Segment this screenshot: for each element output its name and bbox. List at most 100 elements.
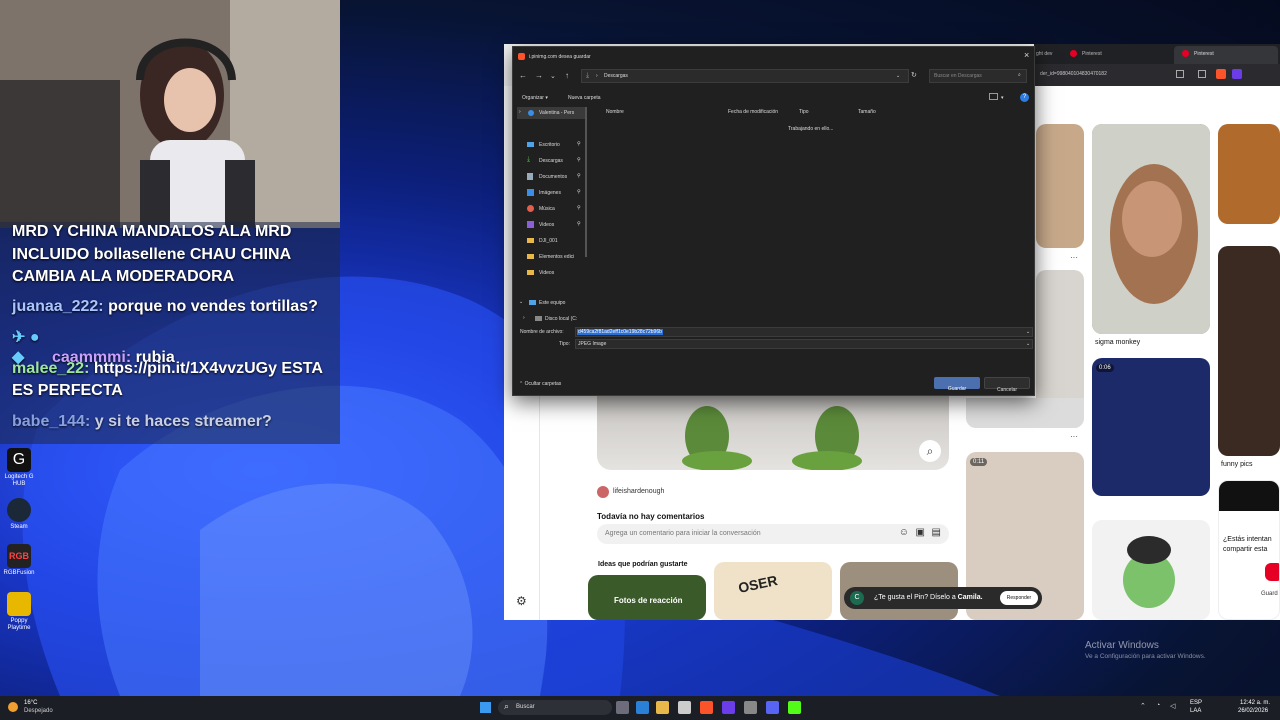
- tree-item-drive[interactable]: › Disco local (C:: [521, 313, 587, 325]
- grid-pin[interactable]: [1092, 124, 1210, 334]
- grid-pin[interactable]: [1092, 520, 1210, 620]
- copilot-icon[interactable]: [636, 701, 649, 714]
- pinterest-icon: [1182, 50, 1189, 57]
- up-icon[interactable]: ↑: [565, 71, 569, 80]
- column-header-type[interactable]: Tipo: [799, 109, 809, 115]
- tree-item-folder[interactable]: DJI_001: [527, 235, 587, 247]
- sticker-icon[interactable]: ▣: [916, 527, 925, 538]
- browser-tab[interactable]: Pinterest: [1082, 51, 1102, 57]
- grid-pin[interactable]: [966, 398, 1084, 428]
- desktop-icon-rgbfusion[interactable]: RGB RGBFusion: [2, 544, 36, 577]
- refresh-icon[interactable]: ↻: [911, 71, 917, 79]
- browser-tab[interactable]: ght dev: [1036, 51, 1052, 57]
- more-icon[interactable]: ···: [1070, 253, 1078, 262]
- close-icon[interactable]: ×: [1024, 50, 1029, 60]
- search-input[interactable]: Buscar en Descargas ⌕: [929, 69, 1027, 83]
- filename-input[interactable]: d459ca2f81ad2eff1c0e19b28c72b96b ⌄: [575, 327, 1033, 337]
- tree-scrollbar[interactable]: [585, 107, 587, 257]
- save-button[interactable]: Guard: [1261, 591, 1278, 597]
- view-icon[interactable]: [989, 93, 998, 100]
- chevron-down-icon[interactable]: ▾: [1001, 95, 1004, 101]
- file-explorer-icon[interactable]: [656, 701, 669, 714]
- help-icon[interactable]: ?: [1020, 93, 1029, 102]
- weather-icon[interactable]: [8, 702, 18, 712]
- grid-pin[interactable]: [1218, 246, 1280, 456]
- obs-icon[interactable]: [744, 701, 757, 714]
- tree-item-documents[interactable]: Documentos ⚲: [527, 171, 587, 183]
- address-bar[interactable]: der_id=998040104830470182: [1040, 71, 1107, 77]
- more-icon[interactable]: ···: [1070, 432, 1078, 441]
- avatar[interactable]: [597, 486, 609, 498]
- chevron-up-icon[interactable]: ⌃: [1140, 702, 1146, 710]
- column-header-size[interactable]: Tamaño: [858, 109, 876, 115]
- visual-search-icon[interactable]: ⌕: [919, 440, 941, 462]
- tree-item-images[interactable]: Imágenes ⚲: [527, 187, 587, 199]
- recent-icon[interactable]: ⌄: [550, 72, 556, 80]
- browser-tab-active[interactable]: Pinterest: [1174, 46, 1278, 64]
- tree-label: Este equipo: [539, 300, 566, 306]
- comment-input[interactable]: Agrega un comentario para iniciar la con…: [597, 524, 949, 544]
- path-bar[interactable]: ⤓ › Descargas ⌄: [581, 69, 909, 83]
- desktop-icon: [527, 142, 534, 147]
- cloud-icon: [528, 110, 534, 116]
- brave-shield-icon[interactable]: [1216, 69, 1226, 79]
- start-icon[interactable]: [480, 702, 491, 713]
- tree-item-folder[interactable]: Elementos edici: [527, 251, 587, 263]
- store-icon[interactable]: [678, 701, 691, 714]
- pin-icon: ⚲: [577, 141, 581, 147]
- tree-item-music[interactable]: Música ⚲: [527, 203, 587, 215]
- save-button[interactable]: Guardar: [934, 377, 980, 392]
- tree-label: Videos: [539, 270, 555, 276]
- clock-time[interactable]: 12:42 a. m.: [1240, 700, 1270, 706]
- type-select[interactable]: JPEG Image ⌄: [575, 339, 1033, 349]
- kick-icon[interactable]: [788, 701, 801, 714]
- chevron-down-icon[interactable]: ⌄: [1026, 329, 1030, 335]
- discord-icon[interactable]: [766, 701, 779, 714]
- related-pin[interactable]: Fotos de reacción: [588, 575, 706, 620]
- chat-line: MRD Y CHINA MANDALOS ALA MRD: [12, 222, 291, 242]
- emoji-icon[interactable]: ☺: [899, 527, 909, 538]
- hide-folders-button[interactable]: ⌃ Ocultar carpetas: [519, 381, 561, 387]
- chevron-down-icon[interactable]: ⌄: [896, 73, 900, 79]
- organize-button[interactable]: Organizar ▾: [522, 95, 548, 101]
- volume-icon[interactable]: ◁: [1170, 702, 1175, 710]
- network-icon[interactable]: ◔: [1156, 702, 1160, 709]
- back-icon[interactable]: ←: [519, 71, 527, 80]
- grid-pin[interactable]: [1218, 124, 1280, 224]
- column-header-date[interactable]: Fecha de modificación: [728, 109, 778, 115]
- cancel-button[interactable]: Cancelar: [984, 377, 1030, 393]
- desktop-icon-logitech[interactable]: G Logitech G HUB: [2, 448, 36, 488]
- tree-item-videos[interactable]: Videos ⚲: [527, 219, 587, 231]
- folder-icon: [527, 238, 534, 243]
- type-label: Tipo:: [559, 341, 570, 347]
- settings-icon[interactable]: ⚙: [516, 594, 527, 608]
- desktop-icon-label: Poppy Playtime: [7, 618, 31, 631]
- image-icon[interactable]: ▤: [932, 527, 941, 538]
- tree-item-desktop[interactable]: Escritorio ⚲: [527, 139, 587, 151]
- new-folder-button[interactable]: Nueva carpeta: [568, 95, 601, 101]
- related-pin[interactable]: OSER: [714, 562, 832, 620]
- app-icon[interactable]: [722, 701, 735, 714]
- column-header-name[interactable]: Nombre: [606, 109, 624, 115]
- grid-pin[interactable]: 0:06: [1092, 358, 1210, 496]
- chat-message: https://pin.it/1X4vvzUGy ESTA: [93, 360, 323, 377]
- pinterest-icon[interactable]: [1265, 563, 1279, 581]
- tree-item-this-pc[interactable]: ⌄ Este equipo: [517, 297, 587, 309]
- reply-button[interactable]: Responder: [1000, 591, 1038, 605]
- share-icon[interactable]: [1198, 70, 1206, 78]
- desktop-icon-steam[interactable]: Steam: [2, 498, 36, 531]
- language-indicator[interactable]: ESP: [1190, 700, 1202, 706]
- extension-icon[interactable]: [1232, 69, 1242, 79]
- taskbar-search[interactable]: ⌕ Buscar: [498, 700, 612, 715]
- desktop-icon-poppy[interactable]: Poppy Playtime: [2, 592, 36, 632]
- drive-icon: [535, 316, 542, 321]
- tree-item-downloads[interactable]: ⤓ Descargas ⚲: [527, 155, 587, 167]
- tree-item-cloud[interactable]: › Valentina - Pers: [517, 107, 587, 119]
- pin-author[interactable]: lifeishardenough: [613, 488, 664, 495]
- forward-icon[interactable]: →: [535, 71, 543, 80]
- brave-icon[interactable]: [700, 701, 713, 714]
- screenshot-icon[interactable]: [1176, 70, 1184, 78]
- task-view-icon[interactable]: [616, 701, 629, 714]
- grid-pin[interactable]: [1036, 124, 1084, 248]
- tree-item-folder[interactable]: Videos: [527, 267, 587, 279]
